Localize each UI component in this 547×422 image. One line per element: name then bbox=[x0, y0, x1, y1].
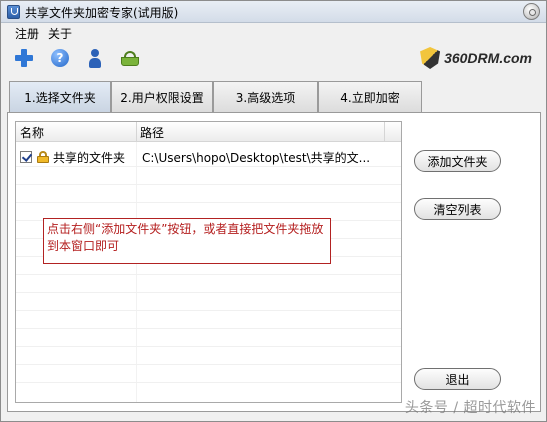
tab-user-permissions[interactable]: 2.用户权限设置 bbox=[111, 81, 213, 112]
help-glyph: ? bbox=[51, 49, 69, 67]
menu-register[interactable]: 注册 bbox=[13, 25, 41, 42]
brand-shield-icon bbox=[420, 47, 440, 69]
list-header: 名称 路径 bbox=[16, 122, 401, 142]
folder-list[interactable]: 名称 路径 共享的文件夹 C:\Users\hopo\Desktop\test\… bbox=[15, 121, 402, 403]
drag-drop-hint: 点击右侧“添加文件夹”按钮，或者直接把文件夹拖放到本窗口即可 bbox=[43, 218, 331, 264]
menu-about[interactable]: 关于 bbox=[46, 25, 74, 42]
tab-select-folder[interactable]: 1.选择文件夹 bbox=[9, 81, 111, 113]
app-shield-icon bbox=[7, 5, 20, 19]
toolbar: ? 360DRM.com bbox=[1, 43, 546, 77]
menu-bar: 注册 关于 bbox=[1, 23, 546, 43]
user-icon[interactable] bbox=[84, 47, 106, 69]
tab-encrypt-now[interactable]: 4.立即加密 bbox=[318, 81, 422, 112]
window-title: 共享文件夹加密专家(试用版) bbox=[25, 6, 179, 20]
watermark-text: 头条号 / 超时代软件 bbox=[404, 400, 536, 416]
lock-icon bbox=[37, 151, 49, 163]
row-name: 共享的文件夹 bbox=[53, 151, 126, 165]
column-name[interactable]: 名称 bbox=[20, 124, 44, 141]
tab-panel: 名称 路径 共享的文件夹 C:\Users\hopo\Desktop\test\… bbox=[7, 112, 541, 412]
clear-list-button[interactable]: 清空列表 bbox=[414, 198, 501, 220]
exit-button[interactable]: 退出 bbox=[414, 368, 501, 390]
row-path: C:\Users\hopo\Desktop\test\共享的文... bbox=[142, 151, 371, 165]
column-path[interactable]: 路径 bbox=[140, 124, 164, 141]
add-folder-button[interactable]: 添加文件夹 bbox=[414, 150, 501, 172]
row-checkbox[interactable] bbox=[20, 151, 32, 163]
close-button[interactable] bbox=[523, 3, 540, 20]
brand-logo: 360DRM.com bbox=[420, 46, 532, 70]
list-item[interactable]: 共享的文件夹 C:\Users\hopo\Desktop\test\共享的文..… bbox=[16, 148, 401, 166]
title-bar[interactable]: 共享文件夹加密专家(试用版) bbox=[1, 1, 546, 23]
brand-text: 360DRM.com bbox=[444, 50, 532, 66]
help-icon[interactable]: ? bbox=[49, 47, 71, 69]
plus-icon[interactable] bbox=[13, 47, 35, 69]
basket-icon[interactable] bbox=[119, 47, 141, 69]
app-window: 共享文件夹加密专家(试用版) 注册 关于 ? 360DRM.com 1.选择文件… bbox=[0, 0, 547, 422]
tab-advanced-options[interactable]: 3.高级选项 bbox=[213, 81, 318, 112]
